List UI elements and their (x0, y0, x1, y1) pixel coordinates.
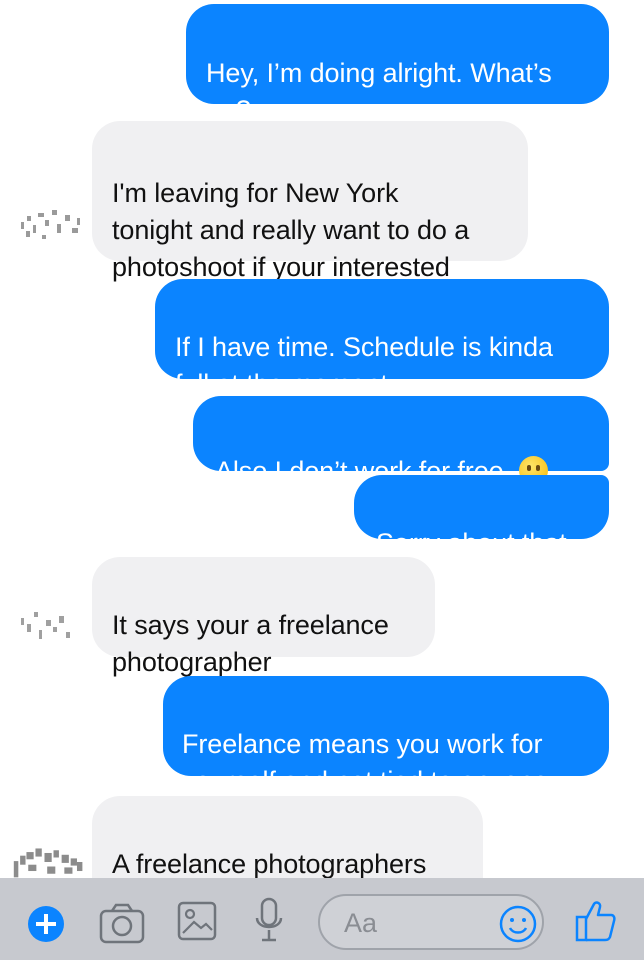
message-text: I'm leaving for New York tonight and rea… (112, 178, 470, 282)
thumbs-up-icon[interactable] (574, 898, 618, 944)
message-incoming[interactable]: A freelance photographers means you work… (92, 796, 483, 878)
avatar (21, 210, 80, 239)
message-outgoing[interactable]: Also I don’t work for free. (193, 396, 609, 486)
message-outgoing[interactable]: Sorry about that (354, 475, 609, 558)
message-text: Hey, I’m doing alright. What’s up? (206, 58, 552, 125)
gallery-icon[interactable] (176, 900, 218, 942)
message-outgoing[interactable]: Freelance means you work for yourself an… (163, 676, 609, 796)
emoji-icon[interactable] (498, 904, 538, 944)
message-incoming[interactable]: I'm leaving for New York tonight and rea… (92, 121, 528, 282)
composer-toolbar: Aa (0, 878, 644, 960)
plus-icon[interactable] (27, 905, 65, 943)
avatar (21, 612, 70, 639)
message-text: It says your a freelance photographer (112, 610, 389, 677)
avatar (13, 848, 83, 878)
message-outgoing[interactable]: Hey, I’m doing alright. What’s up? (186, 4, 609, 125)
message-thread[interactable]: Hey, I’m doing alright. What’s up? I'm l… (0, 0, 644, 878)
microphone-icon[interactable] (253, 896, 285, 946)
message-text: Sorry about that (376, 528, 567, 558)
message-text: A freelance photographers means you work… (112, 849, 427, 878)
message-outgoing[interactable]: If I have time. Schedule is kinda full a… (155, 279, 609, 399)
message-incoming[interactable]: It says your a freelance photographer (92, 557, 435, 677)
input-placeholder: Aa (344, 908, 378, 938)
camera-icon[interactable] (98, 901, 146, 945)
message-text: Freelance means you work for yourself an… (182, 729, 549, 796)
message-text: If I have time. Schedule is kinda full a… (175, 332, 553, 399)
